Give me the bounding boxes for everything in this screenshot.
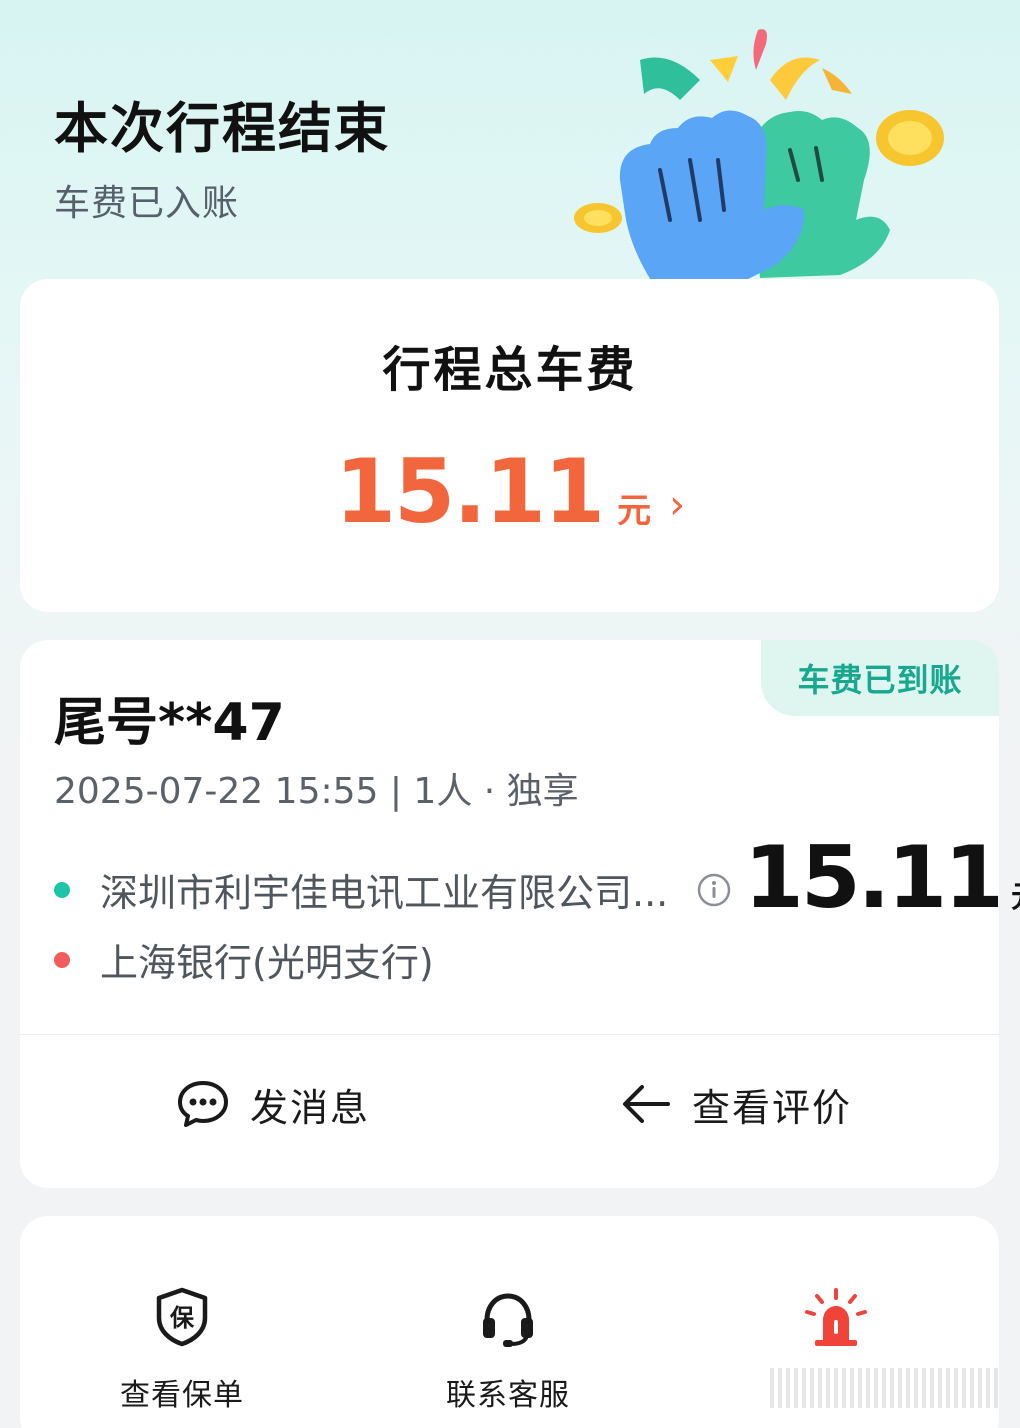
view-review-label: 查看评价	[692, 1085, 853, 1130]
origin-text: 深圳市利宇佳电讯工业有限公司...	[100, 871, 669, 915]
contact-support-button[interactable]: 联系客服	[408, 1286, 608, 1414]
trip-amount-block: 15.11 元	[744, 828, 1020, 928]
view-review-button[interactable]: 查看评价	[620, 1072, 852, 1136]
emergency-alarm-button[interactable]	[736, 1286, 936, 1370]
fare-amount: 15.11	[334, 440, 605, 543]
hero-header: 本次行程结束 车费已入账	[0, 0, 1020, 290]
divider	[20, 1034, 999, 1035]
trip-amount: 15.11	[744, 828, 1004, 928]
high-five-illustration-icon	[574, 29, 944, 282]
trip-meta: 2025-07-22 15:55 | 1人 · 独享	[54, 771, 579, 812]
route-origin: 深圳市利宇佳电讯工业有限公司...	[54, 862, 690, 917]
page-subtitle: 车费已入账	[54, 183, 240, 224]
status-badge: 车费已到账	[761, 640, 999, 716]
chevron-right-icon: ›	[669, 482, 686, 528]
fare-label: 行程总车费	[382, 342, 638, 398]
info-icon[interactable]	[696, 872, 732, 908]
destination-dot-icon	[54, 951, 70, 968]
insurance-shield-icon: 保	[156, 1287, 208, 1347]
arrow-left-icon	[623, 1085, 670, 1123]
route-destination: 上海银行(光明支行)	[54, 932, 434, 987]
send-message-button[interactable]: 发消息	[176, 1072, 370, 1136]
origin-dot-icon	[54, 881, 70, 898]
trip-unit: 元	[1011, 872, 1020, 916]
fare-amount-link[interactable]: 15.11 元 ›	[0, 440, 1020, 543]
destination-text: 上海银行(光明支行)	[100, 941, 434, 985]
svg-text:保: 保	[169, 1304, 195, 1332]
page-title: 本次行程结束	[54, 97, 390, 160]
view-policy-label: 查看保单	[120, 1378, 244, 1413]
headset-icon	[483, 1293, 533, 1347]
plate-number: 尾号**47	[54, 693, 285, 753]
chat-bubble-icon	[178, 1081, 228, 1127]
view-policy-button[interactable]: 保 查看保单	[82, 1286, 282, 1414]
fare-unit: 元	[617, 491, 652, 531]
alarm-siren-icon	[805, 1288, 867, 1346]
send-message-label: 发消息	[250, 1085, 371, 1130]
contact-support-label: 联系客服	[446, 1378, 570, 1413]
watermark	[770, 1368, 1000, 1408]
